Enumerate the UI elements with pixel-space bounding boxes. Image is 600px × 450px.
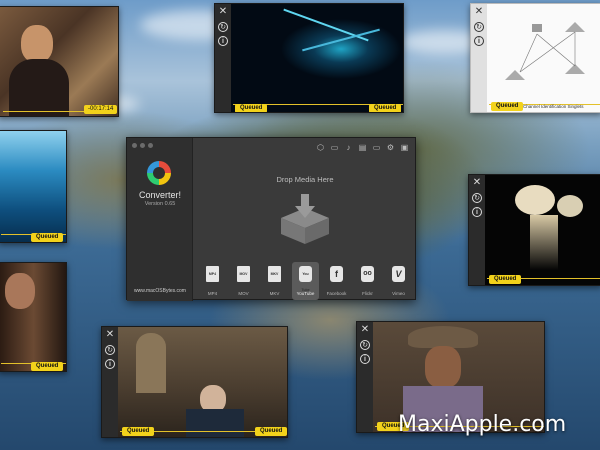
format-label: Facebook xyxy=(326,291,347,296)
time-remaining: -00:17:14 xyxy=(84,105,118,114)
format-list: MP4 MP4 MOV MOV MKV MKV You Tube YouTube… xyxy=(199,262,412,300)
format-flickr[interactable]: oo Flickr xyxy=(354,262,381,300)
minimize-window-button[interactable] xyxy=(140,143,145,148)
loop-icon[interactable]: ↻ xyxy=(218,22,228,32)
info-icon[interactable]: i xyxy=(472,207,482,217)
info-icon[interactable]: i xyxy=(105,359,115,369)
video-hat xyxy=(408,326,478,348)
video-subject xyxy=(21,25,53,63)
volume-icon[interactable]: ♪ xyxy=(344,144,353,152)
mkv-file-icon: MKV xyxy=(268,266,281,282)
video-caption: Channel Identification Singlets xyxy=(523,104,584,109)
status-badge: Queued xyxy=(31,233,64,242)
youtube-icon: You Tube xyxy=(299,266,312,292)
close-icon[interactable]: ✕ xyxy=(218,7,228,17)
diagram-illustration xyxy=(505,22,585,80)
video-subject-body xyxy=(186,409,244,437)
mov-file-icon: MOV xyxy=(237,266,250,282)
app-version: Version 0.65 xyxy=(144,201,176,207)
close-icon[interactable]: ✕ xyxy=(472,178,482,188)
subtitle-icon[interactable]: ▤ xyxy=(358,144,367,152)
flickr-icon: oo xyxy=(361,266,374,282)
player-controls: ✕ ↻ i xyxy=(102,327,118,437)
camera-icon[interactable]: ▭ xyxy=(330,144,339,152)
close-icon[interactable]: ✕ xyxy=(474,7,484,17)
sidebar: Converter! Version 0.65 www.macOSBytes.c… xyxy=(127,138,193,301)
loop-icon[interactable]: ↻ xyxy=(105,345,115,355)
close-icon[interactable]: ✕ xyxy=(105,330,115,340)
video-subject xyxy=(425,346,461,388)
status-badge: Queued xyxy=(489,275,522,284)
video-player-window[interactable]: ✕ ↻ i Queued xyxy=(468,174,600,286)
player-controls: ✕ ↻ i xyxy=(357,322,373,432)
monitor-icon[interactable]: ▭ xyxy=(372,144,381,152)
info-icon[interactable]: i xyxy=(474,36,484,46)
converter-window: Converter! Version 0.65 www.macOSBytes.c… xyxy=(126,137,416,301)
video-player-window[interactable]: ✕ ↻ i Queued Channel Identification Sing… xyxy=(470,3,600,113)
video-frame xyxy=(487,4,600,112)
jellyfish-tentacles xyxy=(530,215,558,270)
player-controls: ✕ ↻ i xyxy=(469,175,485,285)
video-subject-body xyxy=(9,59,69,116)
format-mp4[interactable]: MP4 MP4 xyxy=(199,262,226,300)
jellyfish xyxy=(557,195,583,217)
info-icon[interactable]: i xyxy=(218,36,228,46)
loop-icon[interactable]: ↻ xyxy=(474,22,484,32)
video-player-window[interactable]: Queued xyxy=(0,130,67,243)
drop-zone-label: Drop Media Here xyxy=(276,175,334,184)
watermark: MaxiApple.com xyxy=(398,412,567,437)
save-icon[interactable]: ▣ xyxy=(400,144,409,152)
format-label: MOV xyxy=(238,291,249,296)
loop-icon[interactable]: ↻ xyxy=(472,193,482,203)
video-frame xyxy=(0,263,66,371)
video-frame xyxy=(485,175,600,285)
status-badge: Queued xyxy=(122,427,155,436)
status-badge: Queued xyxy=(255,427,287,436)
close-window-button[interactable] xyxy=(132,143,137,148)
format-mov[interactable]: MOV MOV xyxy=(230,262,257,300)
close-icon[interactable]: ✕ xyxy=(360,325,370,335)
format-mkv[interactable]: MKV MKV xyxy=(261,262,288,300)
video-frame xyxy=(231,4,403,112)
info-icon[interactable]: i xyxy=(360,354,370,364)
video-player-window[interactable]: Queued xyxy=(0,262,67,372)
format-label: YouTube xyxy=(296,291,315,296)
player-controls: ✕ ↻ i xyxy=(215,4,231,112)
format-label: Vimeo xyxy=(392,291,405,296)
loop-icon[interactable]: ↻ xyxy=(360,340,370,350)
video-player-window[interactable]: -00:17:14 xyxy=(0,6,119,117)
video-player-window[interactable]: ✕ ↻ i Queued Queued xyxy=(101,326,288,438)
mp4-file-icon: MP4 xyxy=(206,266,219,282)
cube-icon[interactable]: ⬡ xyxy=(316,144,325,152)
status-badge: Queued xyxy=(369,104,402,112)
video-subject xyxy=(5,273,35,309)
vimeo-icon: V xyxy=(392,266,405,282)
format-label: Flickr xyxy=(362,291,373,296)
player-controls: ✕ ↻ i xyxy=(471,4,487,112)
format-label: MKV xyxy=(269,291,280,296)
video-arch xyxy=(136,333,166,393)
app-title: Converter! xyxy=(138,190,182,200)
format-label: MP4 xyxy=(207,291,218,296)
format-youtube[interactable]: You Tube YouTube xyxy=(292,262,319,300)
video-player-window[interactable]: ✕ ↻ i Queued Queued xyxy=(214,3,404,113)
website-link[interactable]: www.macOSBytes.com xyxy=(131,288,189,294)
gear-icon[interactable]: ⚙ xyxy=(386,144,395,152)
facebook-icon: f xyxy=(330,266,343,282)
status-badge: Queued xyxy=(491,102,524,111)
toolbar: ⬡ ▭ ♪ ▤ ▭ ⚙ ▣ xyxy=(316,144,409,152)
app-logo-icon xyxy=(147,161,171,185)
video-frame xyxy=(118,327,287,437)
video-frame xyxy=(0,131,66,242)
zoom-window-button[interactable] xyxy=(148,143,153,148)
status-badge: Queued xyxy=(235,104,268,112)
format-vimeo[interactable]: V Vimeo xyxy=(385,262,412,300)
format-facebook[interactable]: f Facebook xyxy=(323,262,350,300)
drop-box-icon[interactable] xyxy=(279,194,331,244)
jellyfish xyxy=(515,185,555,215)
status-badge: Queued xyxy=(31,362,64,371)
video-frame xyxy=(0,7,118,116)
